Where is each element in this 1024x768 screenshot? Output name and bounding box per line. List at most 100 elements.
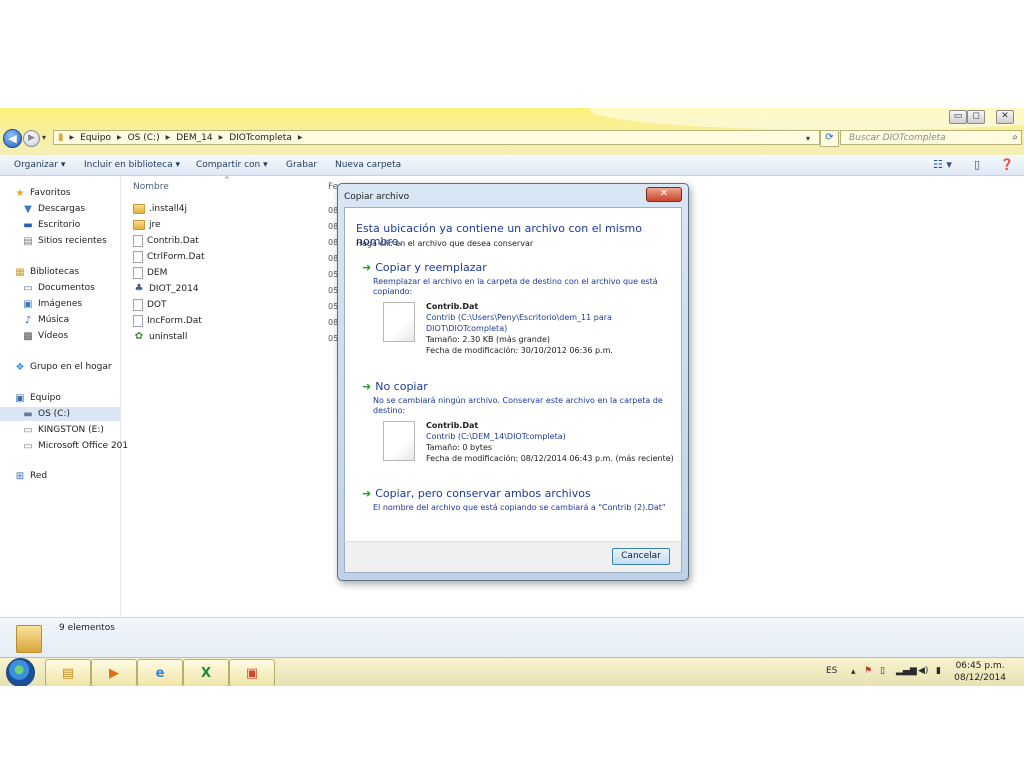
videos-icon: ▩	[23, 330, 33, 342]
file-row[interactable]: jre	[133, 218, 161, 232]
action-center-icon[interactable]: ⚑	[864, 666, 872, 676]
nav-network[interactable]: ⊞ Red	[14, 469, 134, 483]
star-icon: ★	[15, 187, 25, 199]
option-label: Copiar y reemplazar	[375, 261, 487, 274]
internet-explorer-taskbar-icon[interactable]: e	[137, 659, 183, 686]
burn-button[interactable]: Grabar	[286, 160, 317, 170]
nav-label: Favoritos	[30, 188, 71, 198]
address-bar[interactable]: ▮ ▶ Equipo ▶ OS (C:) ▶ DEM_14 ▶ DIOTcomp…	[53, 130, 820, 145]
app-taskbar-icon[interactable]: ▣	[229, 659, 275, 686]
nav-desktop[interactable]: ▬ Escritorio	[22, 218, 142, 232]
power-icon[interactable]: ▮	[936, 666, 941, 676]
option-description: El nombre del archivo que está copiando …	[373, 503, 666, 512]
minimize-button[interactable]: ▭	[949, 110, 967, 124]
file-row[interactable]: DEM	[133, 266, 167, 280]
language-indicator[interactable]: ES	[826, 666, 837, 676]
option-description: Reemplazar el archivo en la carpeta de d…	[373, 277, 658, 296]
file-row[interactable]: Contrib.Dat	[133, 234, 199, 248]
breadcrumb-diotcompleta[interactable]: DIOTcompleta	[229, 133, 292, 143]
include-library-button[interactable]: Incluir en biblioteca ▾	[84, 160, 180, 170]
media-player-taskbar-icon[interactable]: ▶	[91, 659, 137, 686]
recent-pages-dropdown[interactable]: ▾	[42, 133, 46, 142]
excel-taskbar-icon[interactable]: X	[183, 659, 229, 686]
nav-office[interactable]: ▭ Microsoft Office 201	[22, 439, 142, 453]
file-row[interactable]: .install4j	[133, 202, 187, 216]
file-name: uninstall	[149, 332, 188, 342]
close-button[interactable]: ✕	[996, 110, 1014, 124]
nav-computer[interactable]: ▣ Equipo	[14, 391, 134, 405]
nav-libraries[interactable]: ▦ Bibliotecas	[14, 265, 134, 279]
nav-label: Escritorio	[38, 220, 81, 230]
status-bar: 9 elementos	[0, 617, 1024, 658]
nav-homegroup[interactable]: ❖ Grupo en el hogar	[14, 360, 134, 374]
file-name: IncForm.Dat	[147, 316, 202, 326]
share-with-button[interactable]: Compartir con ▾	[196, 160, 268, 170]
option-label: No copiar	[375, 380, 428, 393]
nav-drive-c[interactable]: ▬ OS (C:)	[0, 407, 120, 421]
green-arrow-icon: ➜	[362, 487, 372, 500]
maximize-button[interactable]: ◻	[967, 110, 985, 124]
file-size: Tamaño: 2.30 KB (más grande)	[426, 335, 550, 344]
breadcrumb-computer[interactable]: Equipo	[80, 133, 111, 143]
file-row[interactable]: IncForm.Dat	[133, 314, 202, 328]
file-row[interactable]: ✿ uninstall	[133, 330, 188, 344]
keep-both-option[interactable]: ➜ Copiar, pero conservar ambos archivos	[362, 487, 591, 500]
show-hidden-icons-icon[interactable]: ▴	[851, 667, 856, 677]
file-row[interactable]: DOT	[133, 298, 167, 312]
address-dropdown[interactable]: ▾	[806, 134, 810, 143]
new-folder-button[interactable]: Nueva carpeta	[335, 160, 401, 170]
explorer-taskbar-icon[interactable]: ▤	[45, 659, 91, 686]
sort-arrow-icon: ^	[224, 176, 230, 184]
file-name: DIOT_2014	[149, 284, 199, 294]
copy-replace-option[interactable]: ➜ Copiar y reemplazar	[362, 261, 487, 274]
homegroup-icon: ❖	[15, 361, 25, 373]
dialog-footer: Cancelar	[344, 541, 682, 573]
downloads-folder-icon: ▼	[24, 203, 32, 215]
start-button[interactable]	[6, 658, 35, 686]
nav-drive-e[interactable]: ▭ KINGSTON (E:)	[22, 423, 142, 437]
refresh-icon[interactable]: ⟳	[820, 130, 839, 147]
nav-downloads[interactable]: ▼ Descargas	[22, 202, 142, 216]
volume-icon[interactable]: ◀)	[918, 666, 928, 676]
breadcrumb-drive[interactable]: OS (C:)	[128, 133, 160, 143]
nav-favorites[interactable]: ★ Favoritos	[14, 186, 134, 200]
organize-button[interactable]: Organizar ▾	[14, 160, 65, 170]
nav-images[interactable]: ▣ Imágenes	[22, 297, 142, 311]
folder-icon: ▮	[58, 132, 64, 143]
nav-label: KINGSTON (E:)	[38, 425, 104, 435]
help-icon[interactable]: ❓	[1000, 158, 1014, 171]
dialog-close-button[interactable]: ✕	[646, 187, 682, 202]
file-name: Contrib.Dat	[426, 421, 479, 430]
device-icon[interactable]: ▯	[880, 666, 885, 676]
search-input[interactable]: Buscar DIOTcompleta ⌕	[840, 130, 1022, 145]
view-options-icon[interactable]: ☷ ▾	[933, 158, 952, 171]
file-info: Contrib.Dat Contrib (C:\Users\Peny\Escri…	[426, 301, 676, 356]
forward-arrow-icon[interactable]: ▶	[23, 130, 40, 147]
file-row[interactable]: ♣ DIOT_2014	[133, 282, 199, 296]
network-signal-icon[interactable]: ▂▄▆	[896, 666, 917, 676]
nav-recent[interactable]: ▤ Sitios recientes	[22, 234, 142, 248]
dont-copy-option[interactable]: ➜ No copiar	[362, 380, 428, 393]
breadcrumb-dem14[interactable]: DEM_14	[176, 133, 212, 143]
nav-label: Sitios recientes	[38, 236, 107, 246]
column-name[interactable]: Nombre	[133, 182, 169, 192]
command-bar: Organizar ▾ Incluir en biblioteca ▾ Comp…	[0, 155, 1024, 176]
preview-pane-icon[interactable]: ▯	[974, 158, 980, 171]
nav-documents[interactable]: ▭ Documentos	[22, 281, 142, 295]
nav-videos[interactable]: ▩ Vídeos	[22, 329, 142, 343]
nav-label: OS (C:)	[38, 409, 70, 419]
images-icon: ▣	[23, 298, 33, 310]
music-icon: ♪	[24, 314, 32, 326]
back-arrow-icon[interactable]: ◀	[3, 129, 22, 148]
nav-label: Equipo	[30, 393, 61, 403]
file-info: Contrib.Dat Contrib (C:\DEM_14\DIOTcompl…	[426, 420, 676, 464]
file-icon	[133, 235, 143, 247]
green-arrow-icon: ➜	[362, 380, 372, 393]
nav-music[interactable]: ♪ Música	[22, 313, 142, 327]
file-name: Contrib.Dat	[426, 302, 479, 311]
documents-icon: ▭	[23, 282, 33, 294]
cancel-button[interactable]: Cancelar	[612, 548, 670, 565]
file-row[interactable]: CtrlForm.Dat	[133, 250, 205, 264]
clock[interactable]: 06:45 p.m. 08/12/2014	[954, 660, 1006, 684]
recent-places-icon: ▤	[23, 235, 33, 247]
